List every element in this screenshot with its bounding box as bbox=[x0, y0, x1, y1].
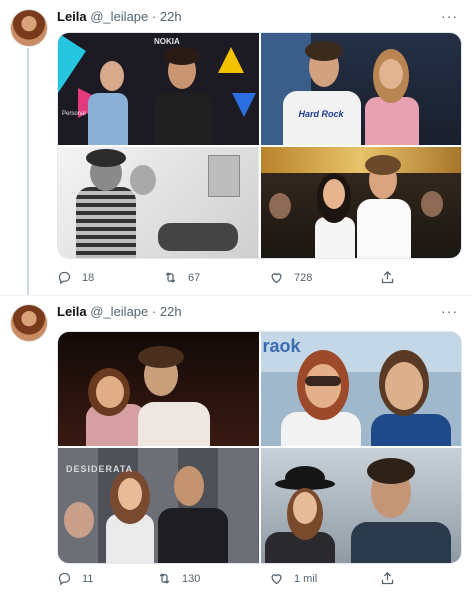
photo-1-caption-2: Personal bbox=[62, 111, 86, 117]
heart-icon bbox=[271, 574, 282, 585]
tweet-header: Leila @_leilape · 22h bbox=[57, 304, 182, 320]
photo-4[interactable] bbox=[260, 448, 461, 563]
tweet-2[interactable]: Leila @_leilape · 22h ··· raok DESIDERAT… bbox=[0, 295, 472, 597]
more-options-icon[interactable]: ··· bbox=[441, 303, 458, 319]
tweet-header: Leila @_leilape · 22h bbox=[57, 9, 182, 25]
photo-4[interactable] bbox=[260, 147, 461, 258]
photo-2-caption: raok bbox=[262, 336, 301, 356]
photo-2[interactable]: Hard Rock bbox=[260, 33, 461, 145]
retweet-count: 67 bbox=[188, 271, 201, 284]
retweet-button[interactable]: 130 bbox=[157, 571, 200, 586]
author-handle[interactable]: @_leilape bbox=[90, 304, 148, 319]
photo-1[interactable] bbox=[58, 332, 259, 446]
photo-2[interactable]: raok bbox=[260, 332, 461, 446]
author-handle[interactable]: @_leilape bbox=[90, 9, 148, 24]
retweet-icon bbox=[159, 573, 170, 584]
reply-icon bbox=[58, 271, 71, 285]
author-avatar[interactable] bbox=[10, 9, 48, 47]
share-icon bbox=[381, 270, 394, 284]
like-button[interactable]: 1 mil bbox=[269, 571, 317, 586]
timestamp[interactable]: 22h bbox=[160, 9, 182, 24]
separator-dot: · bbox=[151, 9, 157, 24]
photo-3-caption: DESIDERATA bbox=[66, 464, 134, 474]
heart-icon bbox=[271, 273, 282, 284]
reply-button[interactable]: 18 bbox=[57, 270, 94, 285]
more-options-icon[interactable]: ··· bbox=[441, 8, 458, 24]
retweet-icon bbox=[165, 272, 176, 283]
tweet-actions: 18 67 728 bbox=[57, 270, 407, 288]
like-button[interactable]: 728 bbox=[269, 270, 312, 285]
author-name[interactable]: Leila bbox=[57, 9, 87, 24]
separator-dot: · bbox=[151, 304, 157, 319]
thread-line bbox=[27, 48, 29, 295]
media-grid: NOKIA Personal Hard Rock bbox=[57, 32, 462, 259]
reply-button[interactable]: 11 bbox=[57, 571, 93, 586]
photo-3[interactable]: DESIDERATA bbox=[58, 448, 259, 563]
reply-count: 18 bbox=[82, 271, 95, 284]
photo-1[interactable]: NOKIA Personal bbox=[58, 33, 259, 145]
author-name[interactable]: Leila bbox=[57, 304, 87, 319]
photo-2-caption: Hard Rock bbox=[298, 109, 344, 119]
photo-1-caption: NOKIA bbox=[154, 37, 180, 46]
like-count: 1 mil bbox=[294, 572, 318, 585]
timestamp[interactable]: 22h bbox=[160, 304, 182, 319]
share-button[interactable] bbox=[380, 270, 395, 285]
retweet-button[interactable]: 67 bbox=[163, 270, 200, 285]
share-icon bbox=[381, 571, 394, 585]
tweet-actions: 11 130 1 mil bbox=[57, 571, 407, 589]
reply-icon bbox=[58, 572, 71, 586]
tweet-1[interactable]: Leila @_leilape · 22h ··· NOKIA Personal bbox=[0, 0, 472, 295]
like-count: 728 bbox=[294, 271, 313, 284]
reply-count: 11 bbox=[82, 572, 94, 585]
retweet-count: 130 bbox=[182, 572, 201, 585]
share-button[interactable] bbox=[380, 571, 395, 586]
photo-3[interactable] bbox=[58, 147, 259, 258]
author-avatar[interactable] bbox=[10, 304, 48, 342]
media-grid: raok DESIDERATA bbox=[57, 331, 462, 564]
